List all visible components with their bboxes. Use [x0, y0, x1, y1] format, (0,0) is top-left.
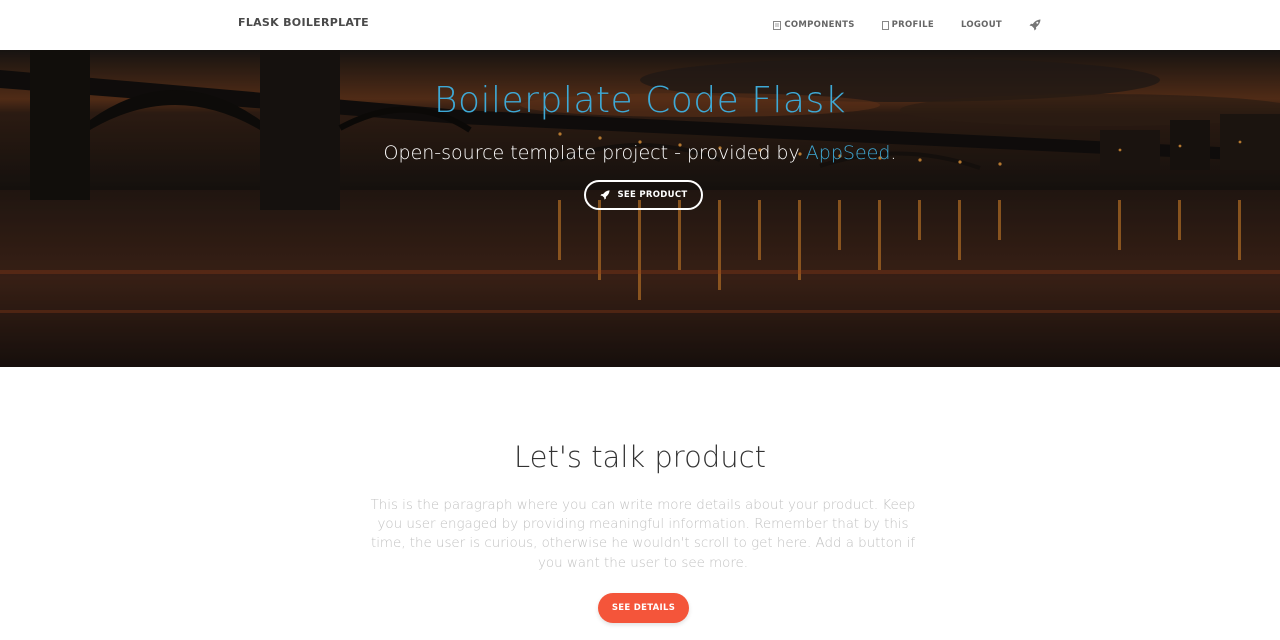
see-details-button[interactable]: SEE DETAILS: [598, 593, 689, 623]
brand-link[interactable]: FLASK BOILERPLATE: [238, 16, 369, 29]
nav-logout-label: LOGOUT: [960, 20, 1002, 30]
hero-subtitle-suffix: .: [890, 142, 897, 164]
nav-components-label: COMPONENTS: [784, 20, 855, 30]
rocket-icon: [1029, 19, 1041, 31]
appseed-link[interactable]: AppSeed: [806, 142, 891, 164]
hero-subtitle-text: Open-source template project - provided …: [383, 142, 806, 164]
section-paragraph: This is the paragraph where you can writ…: [370, 498, 916, 571]
nav-profile-link[interactable]: PROFILE: [881, 20, 934, 30]
see-product-label: SEE PRODUCT: [617, 190, 688, 200]
hero-subtitle: Open-source template project - provided …: [0, 142, 1280, 164]
profile-icon: [881, 20, 889, 30]
nav-logout-link[interactable]: LOGOUT: [961, 20, 1002, 30]
nav-rocket-link[interactable]: [1029, 19, 1044, 31]
nav-links: COMPONENTS PROFILE LOGOUT: [746, 0, 1044, 50]
section-title: Let's talk product: [514, 440, 766, 474]
nav-components-link[interactable]: COMPONENTS: [773, 20, 854, 30]
hero-banner: Boilerplate Code Flask Open-source templ…: [0, 50, 1280, 367]
see-product-button[interactable]: SEE PRODUCT: [584, 180, 703, 210]
hero-title: Boilerplate Code Flask: [433, 80, 847, 121]
navbar: FLASK BOILERPLATE COMPONENTS PROFILE LOG…: [0, 0, 1280, 50]
rocket-icon: [599, 190, 610, 200]
components-icon: [773, 20, 782, 30]
nav-profile-label: PROFILE: [891, 20, 934, 30]
